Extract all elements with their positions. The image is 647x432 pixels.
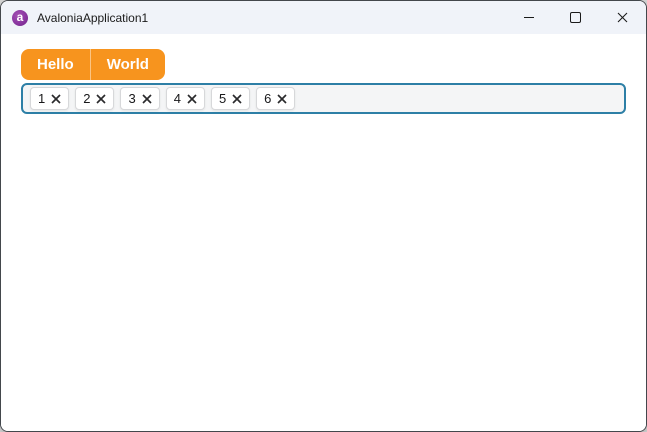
app-window: a AvaloniaApplication1 Hello World 1 2 3… bbox=[0, 0, 647, 432]
tab-strip: Hello World bbox=[21, 49, 165, 80]
remove-x-icon bbox=[232, 93, 242, 104]
remove-x-icon bbox=[96, 93, 107, 104]
minimize-icon bbox=[523, 17, 534, 18]
minimize-button[interactable] bbox=[505, 1, 552, 34]
remove-x-icon bbox=[277, 93, 288, 104]
chip-label: 1 bbox=[38, 91, 46, 106]
close-button[interactable] bbox=[599, 1, 646, 34]
tags-input[interactable]: 1 2 3 4 5 6 bbox=[21, 83, 626, 114]
chip-remove-button[interactable] bbox=[96, 93, 107, 104]
maximize-button[interactable] bbox=[552, 1, 599, 34]
tab-world[interactable]: World bbox=[91, 49, 165, 80]
chip: 4 bbox=[165, 87, 205, 110]
remove-x-icon bbox=[142, 93, 152, 104]
chip-label: 6 bbox=[264, 91, 272, 106]
title-bar: a AvaloniaApplication1 bbox=[1, 1, 646, 34]
chip-label: 3 bbox=[128, 91, 136, 106]
chip-remove-button[interactable] bbox=[277, 93, 288, 104]
tab-hello[interactable]: Hello bbox=[21, 49, 91, 80]
chip-label: 4 bbox=[173, 91, 181, 106]
chip: 2 bbox=[75, 87, 115, 110]
chip-label: 2 bbox=[83, 91, 91, 106]
chip-remove-button[interactable] bbox=[187, 93, 197, 104]
chip-label: 5 bbox=[218, 91, 227, 106]
remove-x-icon bbox=[51, 93, 61, 104]
window-title: AvaloniaApplication1 bbox=[37, 10, 149, 25]
chip-remove-button[interactable] bbox=[51, 93, 61, 104]
content-area: Hello World 1 2 3 4 5 6 bbox=[1, 34, 646, 431]
chip: 3 bbox=[120, 87, 160, 110]
chip-remove-button[interactable] bbox=[232, 93, 242, 104]
avalonia-logo-icon: a bbox=[12, 9, 28, 26]
chip: 6 bbox=[256, 87, 296, 110]
maximize-icon bbox=[570, 12, 581, 23]
chip-remove-button[interactable] bbox=[142, 93, 152, 104]
close-icon bbox=[617, 12, 628, 23]
remove-x-icon bbox=[187, 93, 197, 104]
window-controls bbox=[505, 1, 646, 34]
chip: 5 bbox=[210, 87, 251, 110]
chip: 1 bbox=[30, 87, 70, 110]
